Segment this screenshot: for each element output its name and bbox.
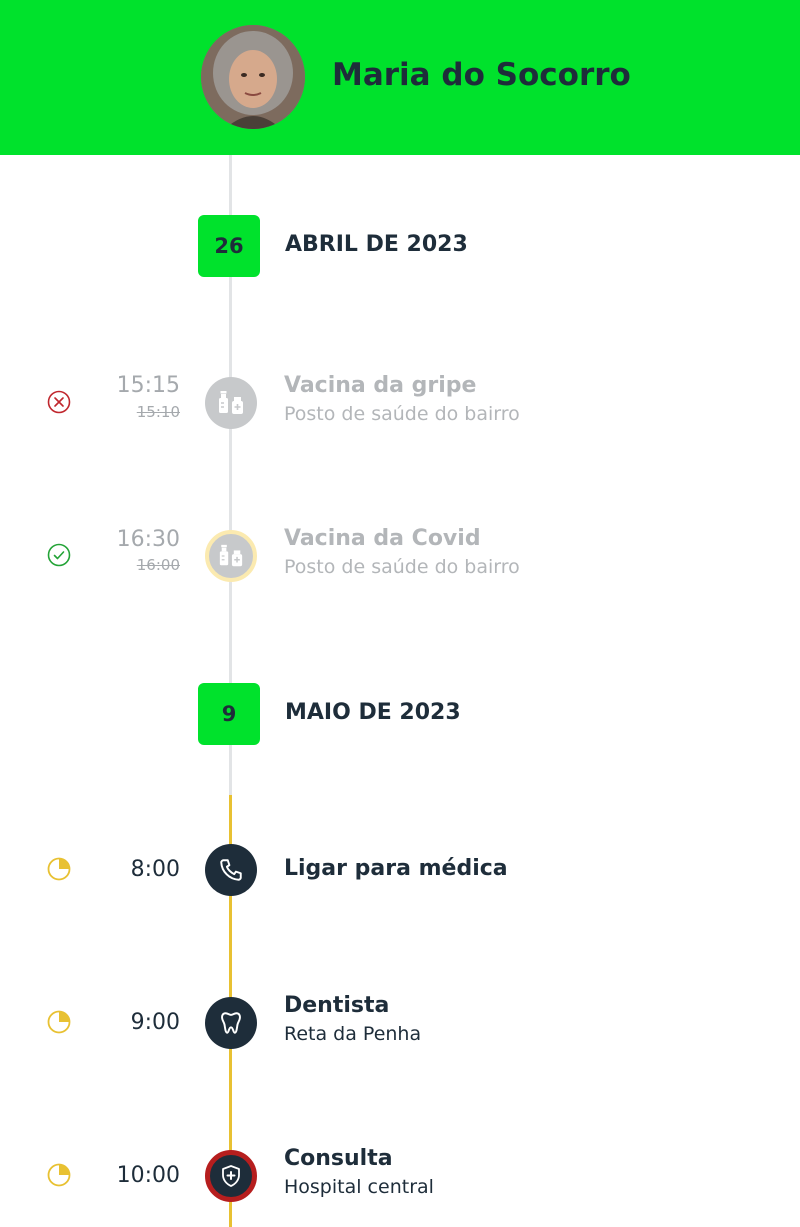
avatar[interactable] — [201, 25, 305, 129]
event-time: 8:00 — [130, 857, 180, 882]
event-location: Reta da Penha — [284, 1023, 422, 1045]
tooth-icon — [221, 1012, 241, 1034]
event-title[interactable]: Consulta — [284, 1146, 393, 1171]
vaccine-icon — [219, 391, 243, 414]
event-title[interactable]: Ligar para médica — [284, 856, 508, 881]
vaccine-icon — [219, 544, 243, 567]
shield-plus-icon — [222, 1165, 240, 1187]
event-node[interactable] — [205, 530, 257, 582]
event-time: 15:15 — [116, 373, 180, 398]
date-label: MAIO DE 2023 — [285, 700, 461, 725]
user-name: Maria do Socorro — [332, 57, 631, 93]
date-label: ABRIL DE 2023 — [285, 232, 468, 257]
event-time: 10:00 — [116, 1163, 180, 1188]
date-badge: 26 — [198, 215, 260, 277]
event-node[interactable] — [205, 377, 257, 429]
event-original-time: 15:10 — [136, 403, 180, 421]
event-location: Posto de saúde do bairro — [284, 556, 520, 578]
event-location: Hospital central — [284, 1176, 434, 1198]
event-title[interactable]: Dentista — [284, 993, 389, 1018]
event-node[interactable] — [205, 844, 257, 896]
event-node[interactable] — [205, 997, 257, 1049]
event-location: Posto de saúde do bairro — [284, 403, 520, 425]
event-time: 16:30 — [116, 527, 180, 552]
event-original-time: 16:00 — [136, 556, 180, 574]
event-node[interactable] — [205, 1150, 257, 1202]
event-title[interactable]: Vacina da Covid — [284, 526, 481, 551]
profile-header: Maria do Socorro — [0, 0, 800, 155]
event-title[interactable]: Vacina da gripe — [284, 373, 476, 398]
event-time: 9:00 — [130, 1010, 180, 1035]
phone-icon — [220, 859, 242, 881]
date-badge: 9 — [198, 683, 260, 745]
